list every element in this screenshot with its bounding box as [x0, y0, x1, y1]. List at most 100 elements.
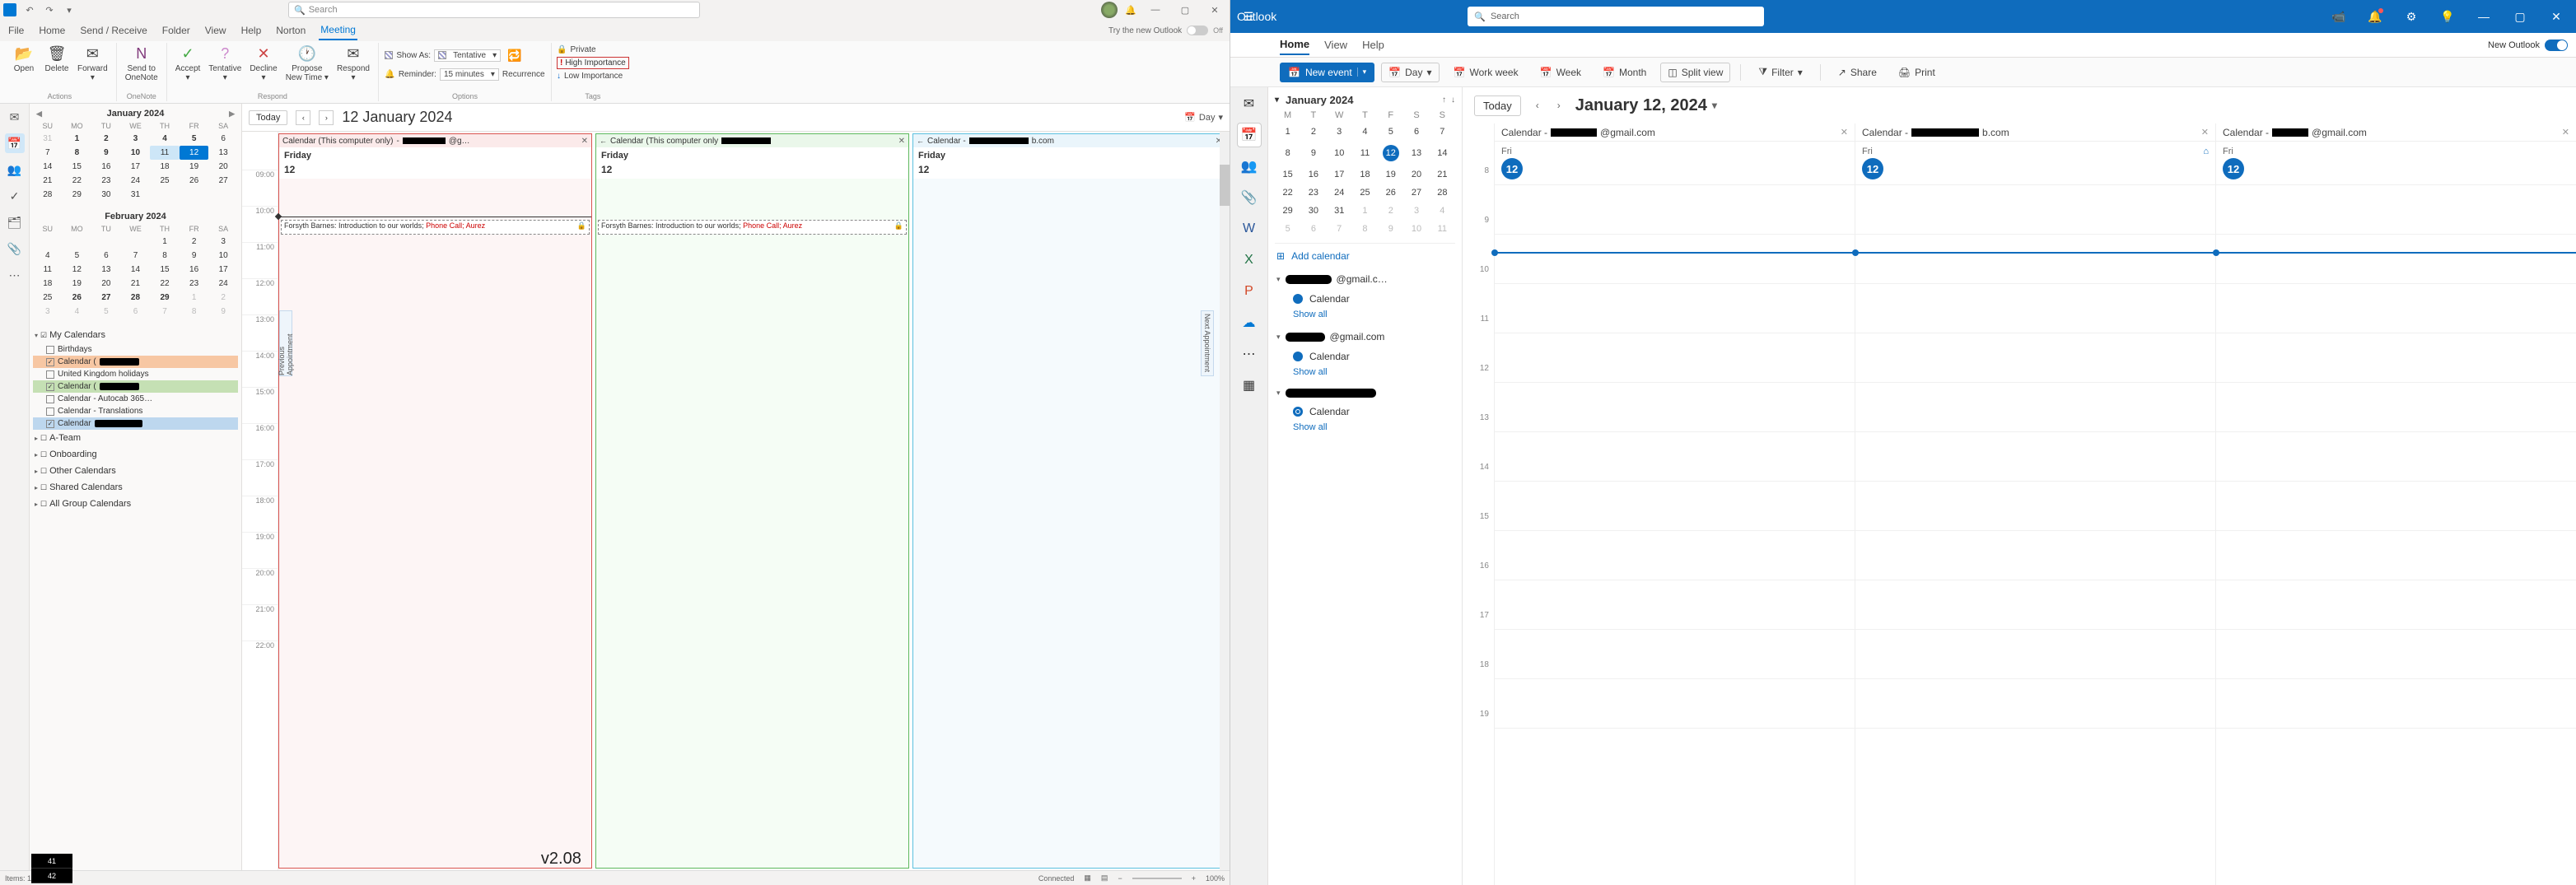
calendar-item-uk[interactable]: United Kingdom holidays	[33, 368, 238, 380]
next-month-icon[interactable]: ▶	[229, 109, 235, 119]
tab-folder[interactable]: Folder	[161, 21, 192, 40]
propose-button[interactable]: 🕐Propose New Time ▾	[282, 43, 332, 84]
zoom-in-icon[interactable]: +	[1192, 874, 1196, 883]
close-button[interactable]: ✕	[2543, 3, 2569, 30]
calendar-item-1[interactable]: ✓Calendar (	[33, 356, 238, 368]
rail-notes-icon[interactable]: 🗂	[5, 212, 25, 232]
tab-home[interactable]: Home	[37, 21, 67, 40]
add-calendar-button[interactable]: ⊞Add calendar	[1275, 243, 1455, 268]
tab-meeting[interactable]: Meeting	[319, 21, 357, 40]
private-button[interactable]: 🔒Private	[557, 44, 596, 55]
new-outlook-toggle[interactable]	[2545, 40, 2568, 51]
today-button[interactable]: Today	[1474, 95, 1521, 116]
next-button[interactable]: ›	[1554, 100, 1564, 111]
close-icon[interactable]: ✕	[898, 137, 905, 146]
tab-file[interactable]: File	[7, 21, 26, 40]
rail-more-icon[interactable]: ⋯	[5, 265, 25, 285]
menu-icon[interactable]: ☰	[1235, 3, 1262, 30]
zoom-slider[interactable]	[1132, 878, 1182, 879]
forward-button[interactable]: ✉Forward▾	[74, 43, 111, 84]
filter-button[interactable]: ⧩Filter ▾	[1751, 62, 1809, 82]
minimize-button[interactable]: —	[2471, 3, 2497, 30]
month-button[interactable]: 📅Month	[1595, 63, 1654, 82]
close-icon[interactable]: ✕	[1841, 127, 1848, 137]
tips-icon[interactable]: 💡	[2434, 3, 2461, 30]
showas-select[interactable]: Tentative ▾	[434, 49, 501, 62]
show-all-link[interactable]: Show all	[1275, 308, 1455, 326]
mini-calendar[interactable]: MTWTFSS123456789101112131415161718192021…	[1275, 108, 1455, 238]
redo-icon[interactable]: ↷	[43, 3, 56, 16]
arrow-left-icon[interactable]: ←	[600, 137, 607, 145]
rail-calendar-icon[interactable]: 📅	[1238, 123, 1261, 147]
calendar-column-1[interactable]: Calendar - @gmail.com✕ Fri 12	[1494, 123, 1855, 885]
tab-view[interactable]: View	[1324, 35, 1347, 54]
try-new-toggle[interactable]	[1187, 26, 1208, 35]
prev-day-button[interactable]: ‹	[296, 110, 310, 125]
rail-onedrive-icon[interactable]: ☁	[1238, 311, 1261, 334]
search-box[interactable]: 🔍 Search	[288, 2, 700, 18]
high-importance-button[interactable]: !High Importance	[557, 57, 629, 69]
group-ateam[interactable]: ▸☐A-Team	[33, 430, 238, 446]
next-appointment-tab[interactable]: Next Appointment	[1201, 310, 1214, 376]
prev-button[interactable]: ‹	[1533, 100, 1542, 111]
account-3[interactable]: ▾	[1275, 384, 1455, 403]
calendar-item-birthdays[interactable]: Birthdays	[33, 343, 238, 356]
next-month-icon[interactable]: ↓	[1451, 95, 1455, 105]
group-shared[interactable]: ▸☐Shared Calendars	[33, 479, 238, 496]
pin-icon[interactable]: ⌂	[2203, 147, 2209, 156]
calendar-item[interactable]: Calendar	[1275, 347, 1455, 366]
day-button[interactable]: 📅Day ▾	[1381, 63, 1439, 82]
close-icon[interactable]: ✕	[2201, 127, 2209, 137]
show-all-link[interactable]: Show all	[1275, 421, 1455, 439]
rail-files-icon[interactable]: 📎	[1238, 186, 1261, 209]
rail-mail-icon[interactable]: ✉	[1238, 92, 1261, 115]
rail-people-icon[interactable]: 👥	[1238, 155, 1261, 178]
event-2[interactable]: Forsyth Barnes: Introduction to our worl…	[598, 220, 907, 235]
rail-calendar-icon[interactable]: 📅	[5, 133, 25, 153]
prev-month-icon[interactable]: ↑	[1442, 95, 1446, 105]
rail-powerpoint-icon[interactable]: P	[1238, 280, 1261, 303]
rail-word-icon[interactable]: W	[1238, 217, 1261, 240]
calendar-item-trans[interactable]: Calendar - Translations	[33, 405, 238, 417]
decline-button[interactable]: ✕Decline▾	[246, 43, 280, 84]
tentative-button[interactable]: ?Tentative▾	[205, 43, 245, 84]
next-day-button[interactable]: ›	[319, 110, 334, 125]
open-button[interactable]: 📂Open	[8, 43, 40, 75]
notifications-icon[interactable]: 🔔	[2362, 3, 2388, 30]
group-onboarding[interactable]: ▸☐Onboarding	[33, 446, 238, 463]
view-normal-icon[interactable]: ▦	[1084, 873, 1091, 883]
maximize-button[interactable]: ▢	[2507, 3, 2533, 30]
close-icon[interactable]: ✕	[581, 137, 588, 146]
mini-calendar-feb[interactable]: February 2024 SUMOTUWETHFRSA123456789101…	[33, 210, 238, 319]
chevron-down-icon[interactable]: ▾	[1712, 100, 1717, 111]
scrollbar[interactable]	[1220, 132, 1230, 870]
close-button[interactable]: ✕	[1203, 2, 1226, 18]
notifications-icon[interactable]: 🔔	[1124, 3, 1137, 16]
event-1[interactable]: Forsyth Barnes: Introduction to our worl…	[281, 220, 590, 235]
search-box[interactable]: 🔍 Search	[1468, 7, 1764, 26]
accept-button[interactable]: ✓Accept▾	[172, 43, 204, 84]
calendar-item-autocab[interactable]: Calendar - Autocab 365…	[33, 393, 238, 405]
qat-dropdown-icon[interactable]: ▾	[63, 3, 76, 16]
view-selector[interactable]: 📅Day ▾	[1184, 112, 1223, 123]
settings-icon[interactable]: ⚙	[2398, 3, 2424, 30]
calendar-column-3[interactable]: Calendar - @gmail.com✕ Fri 12	[2215, 123, 2576, 885]
prev-month-icon[interactable]: ◀	[36, 109, 42, 119]
rail-mail-icon[interactable]: ✉	[5, 107, 25, 127]
avatar[interactable]	[1101, 2, 1118, 18]
mini-calendar-jan[interactable]: ◀January 2024▶ SUMOTUWETHFRSA31123456789…	[33, 107, 238, 202]
recurrence-button[interactable]: 🔁	[504, 46, 525, 64]
calendar-item-3[interactable]: ✓Calendar	[33, 417, 238, 430]
rail-apps-icon[interactable]: ▦	[1238, 374, 1261, 397]
close-icon[interactable]: ✕	[2562, 127, 2569, 137]
prev-appointment-tab[interactable]: Previous Appointment	[279, 310, 292, 376]
tab-sendreceive[interactable]: Send / Receive	[78, 21, 148, 40]
tab-home[interactable]: Home	[1280, 35, 1309, 55]
delete-button[interactable]: 🗑Delete	[41, 43, 72, 75]
calendar-item[interactable]: Calendar	[1275, 290, 1455, 308]
meet-now-icon[interactable]: 📹	[2326, 3, 2352, 30]
chevron-down-icon[interactable]: ▾	[1357, 68, 1367, 77]
account-1[interactable]: ▾@gmail.c…	[1275, 268, 1455, 290]
onenote-button[interactable]: NSend to OneNote	[122, 43, 161, 84]
low-importance-button[interactable]: ↓Low Importance	[557, 71, 623, 82]
